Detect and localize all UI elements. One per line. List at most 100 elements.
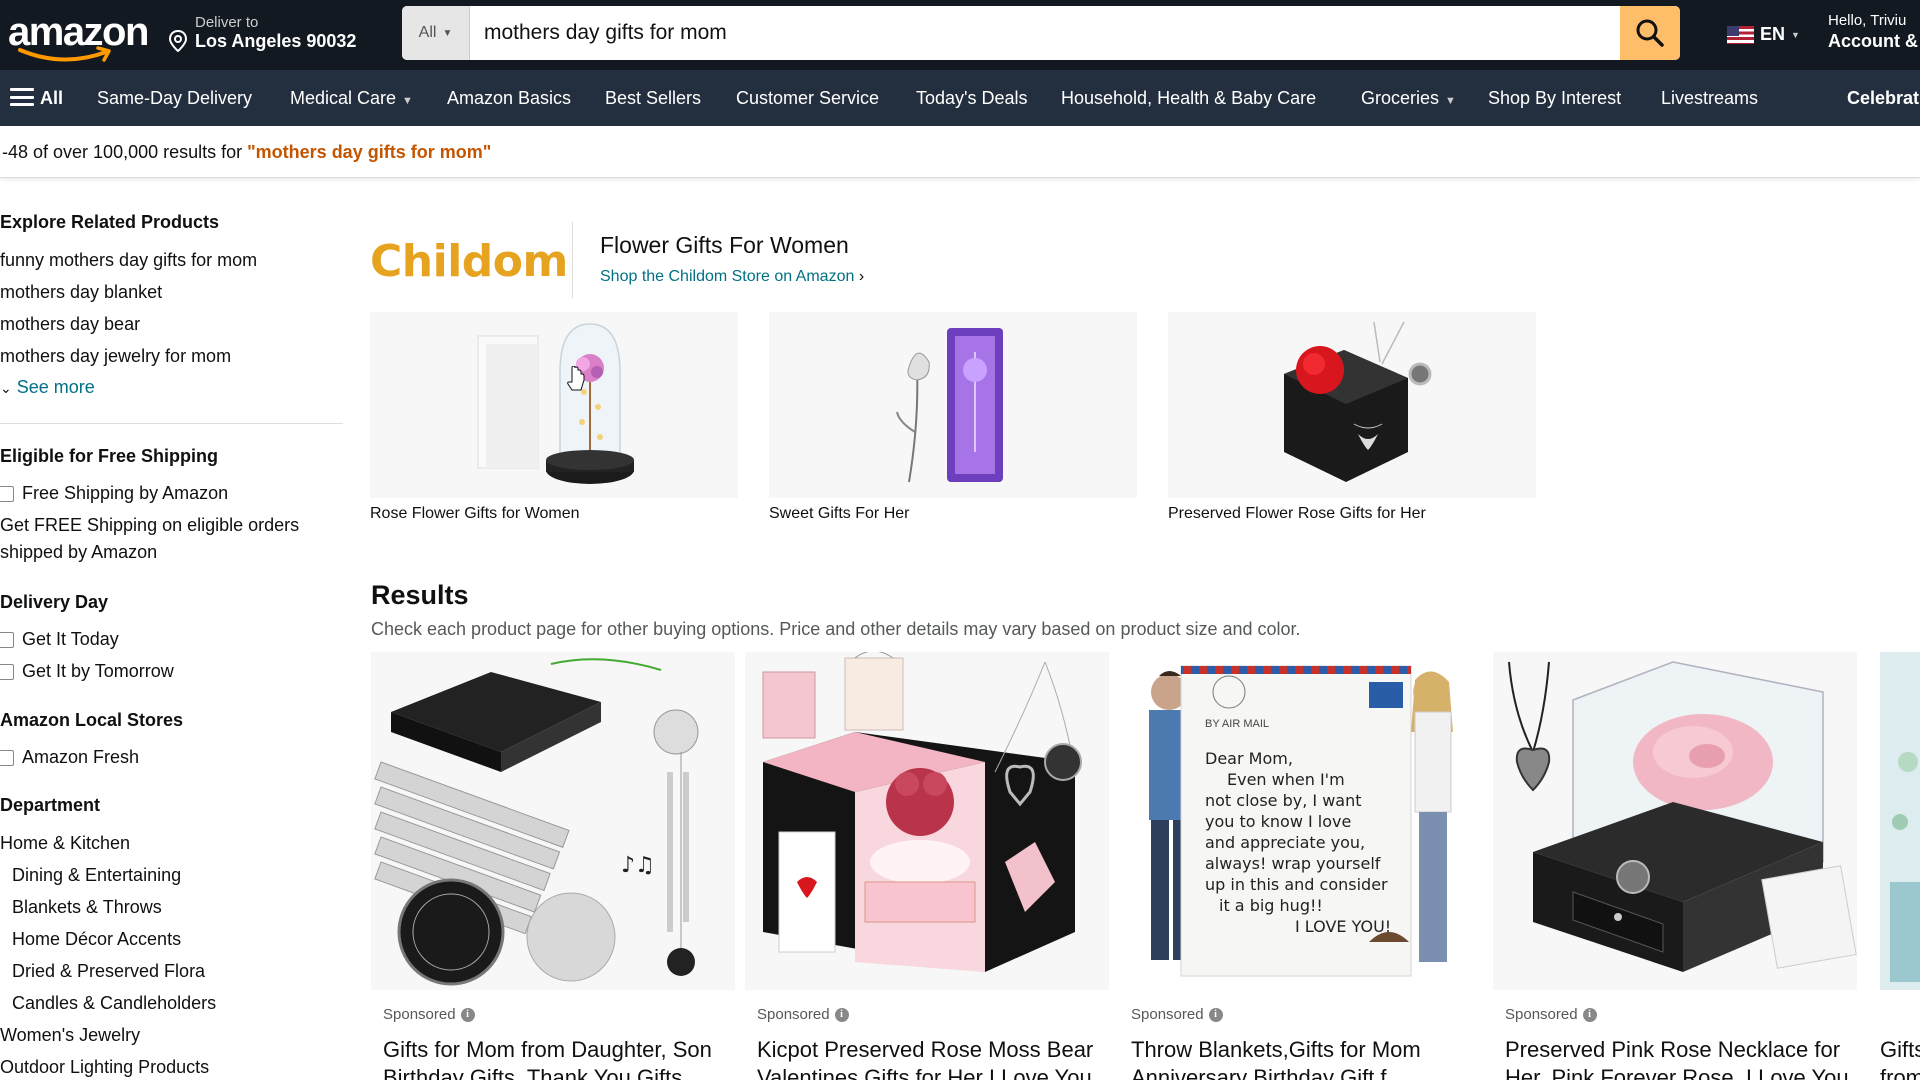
- sponsored-label[interactable]: Sponsored i: [1131, 1006, 1223, 1023]
- brand-store-link-label: Shop the Childom Store on Amazon: [600, 268, 855, 285]
- related-link[interactable]: mothers day bear: [0, 314, 140, 335]
- nav-best-sellers[interactable]: Best Sellers: [605, 70, 701, 126]
- wind-chime-gift-image: ♪♫: [374, 658, 699, 986]
- free-shipping-checkbox[interactable]: Free Shipping by Amazon: [0, 483, 228, 504]
- account-label: Account &: [1828, 31, 1918, 51]
- preserved-rose-necklace-image: [1284, 321, 1432, 482]
- hamburger-icon: [10, 88, 34, 107]
- nav-celebrate[interactable]: Celebrat: [1847, 70, 1919, 126]
- checkbox-box[interactable]: [0, 485, 14, 502]
- amazon-fresh-label: Amazon Fresh: [22, 747, 140, 767]
- brand-tile-image[interactable]: [370, 312, 738, 498]
- info-icon[interactable]: i: [460, 1007, 475, 1022]
- brand-logo[interactable]: Childom: [370, 236, 568, 287]
- product-title[interactable]: Throw Blankets,Gifts for Mom Anniversary…: [1131, 1036, 1491, 1080]
- brand-tile-caption[interactable]: Sweet Gifts For Her: [769, 505, 909, 523]
- nav-groceries-label: Groceries: [1361, 88, 1440, 108]
- nav-groceries[interactable]: Groceries ▼: [1361, 70, 1456, 126]
- caret-down-icon: ▼: [442, 27, 453, 39]
- blanket-line: always! wrap yourself: [1205, 854, 1381, 873]
- related-link[interactable]: mothers day blanket: [0, 282, 162, 303]
- blanket-line: and appreciate you,: [1205, 833, 1366, 852]
- product-title[interactable]: Gifts for Mom from Daughter, Son Birthda…: [383, 1036, 743, 1080]
- brand-tile-image[interactable]: [1168, 312, 1536, 498]
- info-icon[interactable]: i: [1582, 1007, 1597, 1022]
- brand-store-link[interactable]: Shop the Childom Store on Amazon ›: [600, 268, 864, 286]
- get-it-tomorrow-checkbox[interactable]: Get It by Tomorrow: [0, 661, 174, 682]
- amazon-fresh-checkbox[interactable]: Amazon Fresh: [0, 747, 139, 768]
- language-selector[interactable]: EN ▼: [1727, 24, 1800, 45]
- product-image[interactable]: ♪♫: [371, 652, 735, 990]
- nav-todays-deals[interactable]: Today's Deals: [916, 70, 1028, 126]
- get-it-today-label: Get It Today: [22, 629, 119, 649]
- nav-shop-by-interest[interactable]: Shop By Interest: [1488, 70, 1621, 126]
- sponsored-label[interactable]: Sponsored i: [383, 1006, 475, 1023]
- results-query: "mothers day gifts for mom": [247, 142, 492, 162]
- search-bar: All ▼: [402, 6, 1680, 60]
- product-image[interactable]: BY AIR MAIL Dear Mom, Even when I'm not …: [1119, 652, 1483, 990]
- blanket-line: you to know I love: [1205, 812, 1352, 831]
- product-image[interactable]: [1880, 652, 1920, 990]
- product-image[interactable]: [745, 652, 1109, 990]
- department-link[interactable]: Outdoor Lighting Products: [0, 1057, 209, 1078]
- account-menu[interactable]: Hello, Triviu Account &: [1828, 12, 1918, 52]
- nav-same-day-delivery[interactable]: Same-Day Delivery: [97, 70, 252, 126]
- nav-livestreams[interactable]: Livestreams: [1661, 70, 1758, 126]
- brand-tile-image[interactable]: [769, 312, 1137, 498]
- mouse-cursor-icon: [567, 366, 585, 391]
- sponsored-text: Sponsored: [757, 1006, 830, 1023]
- account-greeting: Hello, Triviu: [1828, 12, 1907, 29]
- checkbox-box[interactable]: [0, 631, 14, 648]
- sponsored-text: Sponsored: [1131, 1006, 1204, 1023]
- results-disclaimer: Check each product page for other buying…: [371, 619, 1301, 639]
- blanket-line: it a big hug!!: [1219, 896, 1323, 915]
- search-category-select[interactable]: All ▼: [402, 6, 470, 60]
- product-title[interactable]: Preserved Pink Rose Necklace for Her, Pi…: [1505, 1036, 1865, 1080]
- brand-headline[interactable]: Flower Gifts For Women: [600, 232, 849, 259]
- nav-medical-care-label: Medical Care: [290, 88, 397, 108]
- checkbox-box[interactable]: [0, 749, 14, 766]
- info-icon[interactable]: i: [1208, 1007, 1223, 1022]
- department-link[interactable]: Blankets & Throws: [12, 897, 162, 918]
- flower-gift-image: [1880, 652, 1920, 990]
- sponsored-text: Sponsored: [383, 1006, 456, 1023]
- get-it-today-checkbox[interactable]: Get It Today: [0, 629, 119, 650]
- department-heading: Department: [0, 795, 101, 815]
- search-input[interactable]: [470, 6, 1620, 60]
- blanket-message: Dear Mom, Even when I'm not close by, I …: [1205, 748, 1405, 937]
- department-link[interactable]: Dried & Preserved Flora: [12, 961, 205, 982]
- department-link[interactable]: Candles & Candleholders: [12, 993, 216, 1014]
- delivery-day-heading: Delivery Day: [0, 592, 109, 612]
- location-pin-icon: [168, 30, 188, 52]
- product-title[interactable]: Gifts from: [1880, 1036, 1920, 1080]
- product-title[interactable]: Kicpot Preserved Rose Moss Bear Valentin…: [757, 1036, 1117, 1080]
- search-button[interactable]: [1620, 6, 1680, 60]
- related-link[interactable]: mothers day jewelry for mom: [0, 346, 231, 367]
- blanket-line: not close by, I want: [1205, 791, 1362, 810]
- info-icon[interactable]: i: [834, 1007, 849, 1022]
- see-more-link[interactable]: ⌄ See more: [0, 377, 95, 398]
- top-nav: amazon Deliver to Los Angeles 90032 All …: [0, 0, 1920, 70]
- nav-medical-care[interactable]: Medical Care ▼: [290, 70, 413, 126]
- nav-customer-service[interactable]: Customer Service: [736, 70, 879, 126]
- free-shipping-label: Free Shipping by Amazon: [22, 483, 229, 503]
- product-image[interactable]: [1493, 652, 1857, 990]
- department-link[interactable]: Women's Jewelry: [0, 1025, 140, 1046]
- shipping-note: Get FREE Shipping on eligible orders shi…: [0, 515, 300, 562]
- related-link[interactable]: funny mothers day gifts for mom: [0, 250, 257, 271]
- pink-rose-necklace-box-image: [1508, 661, 1857, 972]
- department-link[interactable]: Dining & Entertaining: [12, 865, 181, 886]
- sponsored-label[interactable]: Sponsored i: [1505, 1006, 1597, 1023]
- language-label: EN: [1760, 24, 1786, 44]
- brand-tile-caption[interactable]: Rose Flower Gifts for Women: [370, 505, 580, 523]
- nav-household-health[interactable]: Household, Health & Baby Care: [1061, 70, 1316, 126]
- sponsored-label[interactable]: Sponsored i: [757, 1006, 849, 1023]
- department-link[interactable]: Home & Kitchen: [0, 833, 130, 854]
- all-menu-button[interactable]: All: [10, 70, 63, 126]
- checkbox-box[interactable]: [0, 663, 14, 680]
- silver-rose-box-image: [896, 328, 1003, 483]
- brand-tile-caption[interactable]: Preserved Flower Rose Gifts for Her: [1168, 505, 1426, 523]
- nav-amazon-basics[interactable]: Amazon Basics: [447, 70, 571, 126]
- amazon-logo[interactable]: amazon: [8, 12, 149, 62]
- department-link[interactable]: Home Décor Accents: [12, 929, 181, 950]
